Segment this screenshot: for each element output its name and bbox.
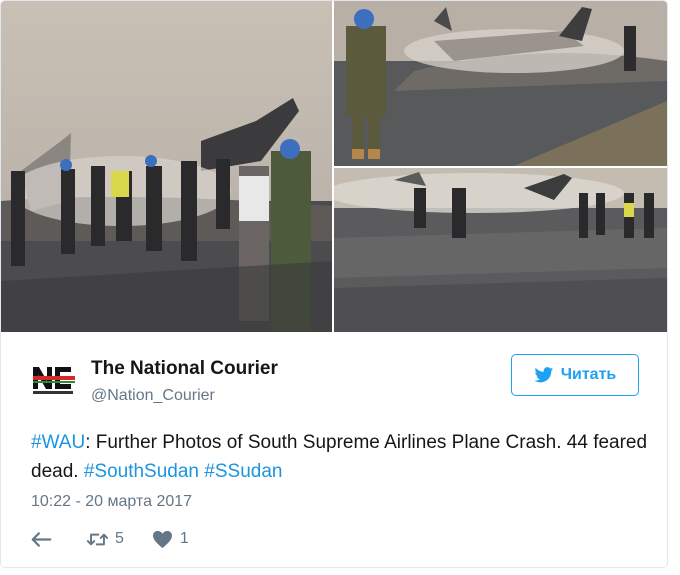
tweet-header: The National Courier @Nation_Courier Чит…	[31, 353, 651, 413]
retweet-icon	[87, 533, 108, 545]
tweet-card: The National Courier @Nation_Courier Чит…	[0, 0, 668, 568]
crash-scene-image	[1, 1, 332, 332]
tweet-text: #WAU: Further Photos of South Supreme Ai…	[31, 428, 651, 486]
hashtag-southsudan[interactable]: #SouthSudan	[84, 461, 199, 482]
tweet-photo-3[interactable]	[334, 168, 667, 332]
account-names[interactable]: The National Courier @Nation_Courier	[91, 357, 278, 407]
hashtag-wau[interactable]: #WAU	[31, 432, 85, 453]
display-name[interactable]: The National Courier	[91, 357, 278, 381]
like-button[interactable]: 1	[152, 530, 189, 549]
user-handle[interactable]: @Nation_Courier	[91, 385, 278, 407]
tweet-timestamp[interactable]: 10:22 - 20 марта 2017	[31, 491, 192, 513]
tweet-actions: 5 1	[31, 527, 217, 551]
hashtag-ssudan[interactable]: #SSudan	[204, 461, 282, 482]
like-count: 1	[179, 530, 189, 547]
follow-button-label: Читать	[560, 366, 617, 383]
follow-button[interactable]: Читать	[511, 354, 639, 396]
retweet-count: 5	[115, 530, 124, 547]
runway-crowd-image	[334, 168, 667, 332]
reply-icon	[31, 531, 52, 547]
national-courier-logo[interactable]	[31, 363, 77, 397]
tweet-photo-2[interactable]	[334, 1, 667, 166]
heart-icon	[152, 530, 172, 548]
wreckage-soldier-image	[334, 1, 667, 166]
tweet-photo-1[interactable]	[1, 1, 332, 332]
retweet-button[interactable]: 5	[87, 530, 124, 549]
twitter-bird-icon	[534, 366, 553, 382]
reply-button[interactable]	[31, 530, 59, 549]
